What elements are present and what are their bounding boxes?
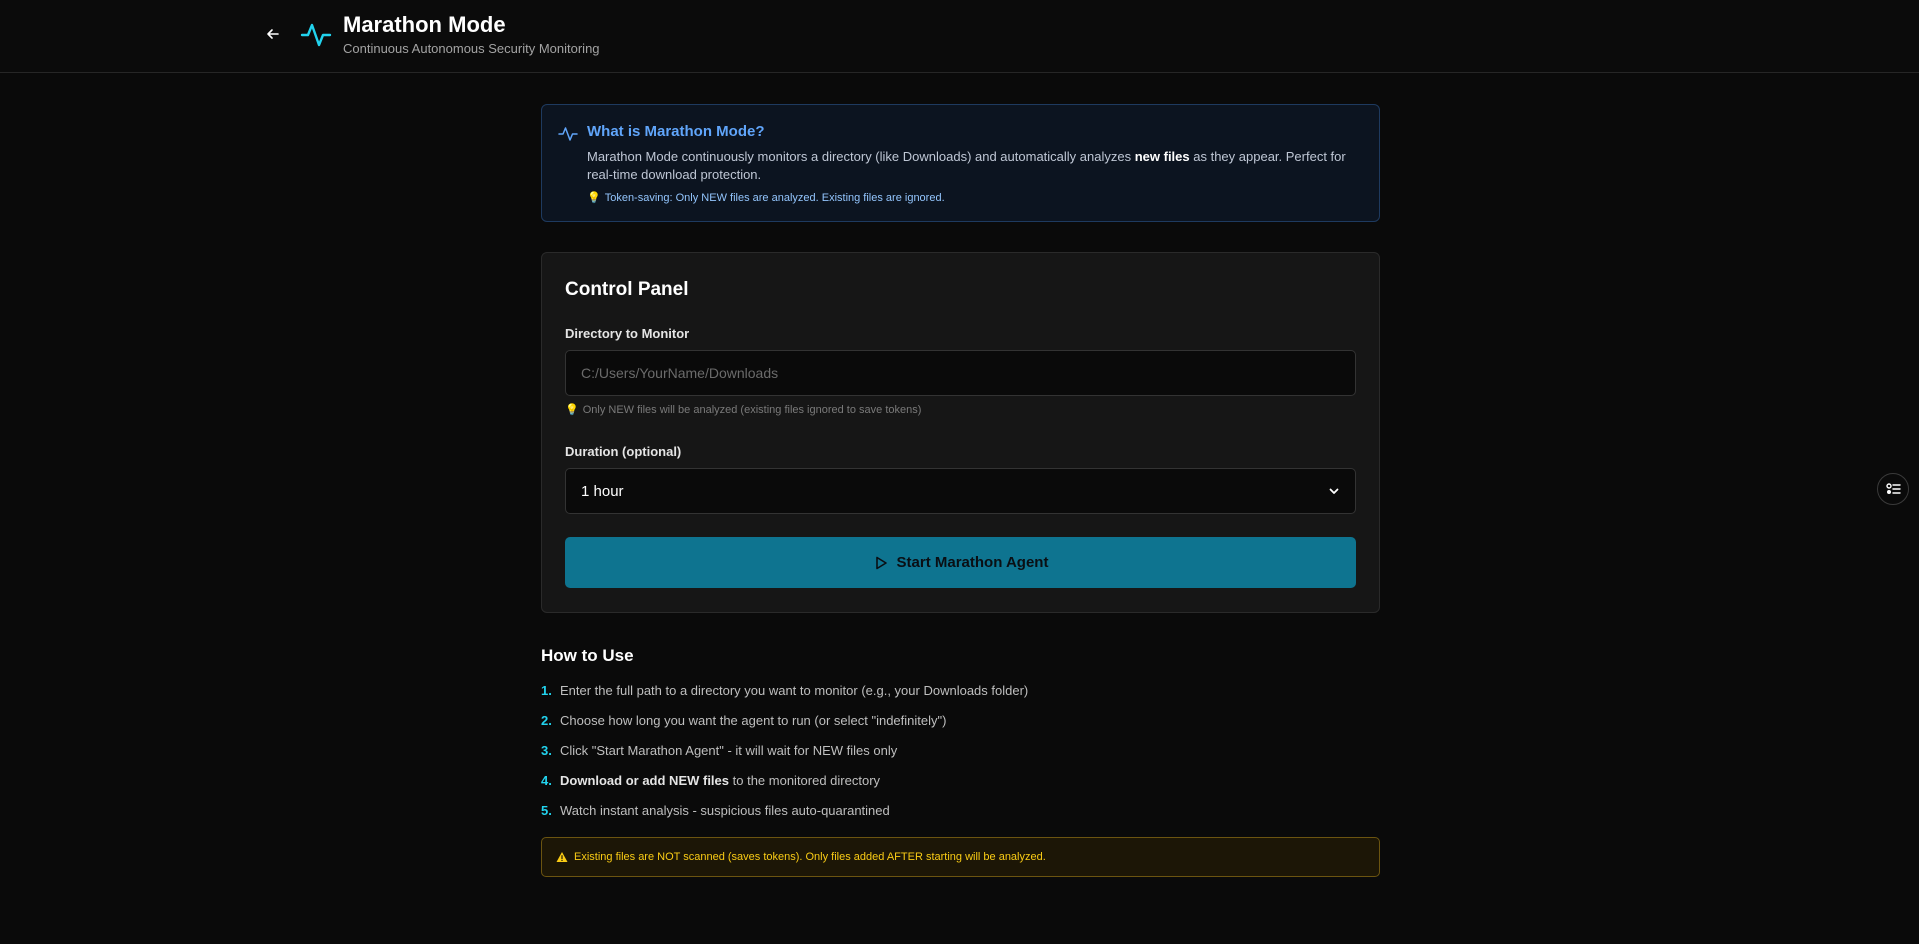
list-item: 5. Watch instant analysis - suspicious f… xyxy=(541,803,890,818)
warning-icon xyxy=(556,852,568,862)
back-button[interactable] xyxy=(261,22,285,46)
control-panel-title: Control Panel xyxy=(565,279,689,300)
warning-text: Existing files are NOT scanned (saves to… xyxy=(574,851,1046,863)
list-settings-icon xyxy=(1886,483,1901,494)
info-title: What is Marathon Mode? xyxy=(587,123,765,140)
page-header: Marathon Mode Continuous Autonomous Secu… xyxy=(0,0,1919,73)
lightbulb-icon: 💡 xyxy=(565,404,579,416)
play-icon xyxy=(875,556,887,569)
page-subtitle: Continuous Autonomous Security Monitorin… xyxy=(343,41,600,56)
start-marathon-button[interactable]: Start Marathon Agent xyxy=(565,537,1356,588)
chevron-down-icon xyxy=(1329,488,1339,494)
activity-icon xyxy=(558,127,578,141)
list-item: 1. Enter the full path to a directory yo… xyxy=(541,683,1029,698)
list-item: 3. Click "Start Marathon Agent" - it wil… xyxy=(541,743,898,758)
lightbulb-icon: 💡 xyxy=(587,192,601,204)
how-to-title: How to Use xyxy=(541,646,634,665)
info-tip: 💡 Token-saving: Only NEW files are analyz… xyxy=(587,192,945,204)
directory-hint: 💡 Only NEW files will be analyzed (existi… xyxy=(565,404,922,416)
duration-select[interactable]: 1 hour xyxy=(565,468,1356,514)
page-title: Marathon Mode xyxy=(343,12,506,37)
activity-icon xyxy=(300,23,332,47)
list-item: 4. Download or add NEW files to the moni… xyxy=(541,773,881,788)
how-to-steps: 1. Enter the full path to a directory yo… xyxy=(541,683,1028,833)
control-panel: Control Panel Directory to Monitor 💡Only… xyxy=(541,252,1380,613)
duration-label: Duration (optional) xyxy=(565,444,682,459)
info-description: Marathon Mode continuously monitors a di… xyxy=(587,149,1346,182)
settings-toggle-button[interactable] xyxy=(1877,473,1909,505)
arrow-left-icon xyxy=(267,29,279,39)
duration-selected-value: 1 hour xyxy=(581,482,624,500)
list-item: 2. Choose how long you want the agent to… xyxy=(541,713,947,728)
info-box: What is Marathon Mode? Marathon Mode con… xyxy=(541,104,1380,222)
directory-label: Directory to Monitor xyxy=(565,326,690,341)
warning-box: Existing files are NOT scanned (saves to… xyxy=(541,837,1380,877)
directory-input[interactable] xyxy=(565,350,1356,396)
start-button-label: Start Marathon Agent xyxy=(896,554,1049,571)
